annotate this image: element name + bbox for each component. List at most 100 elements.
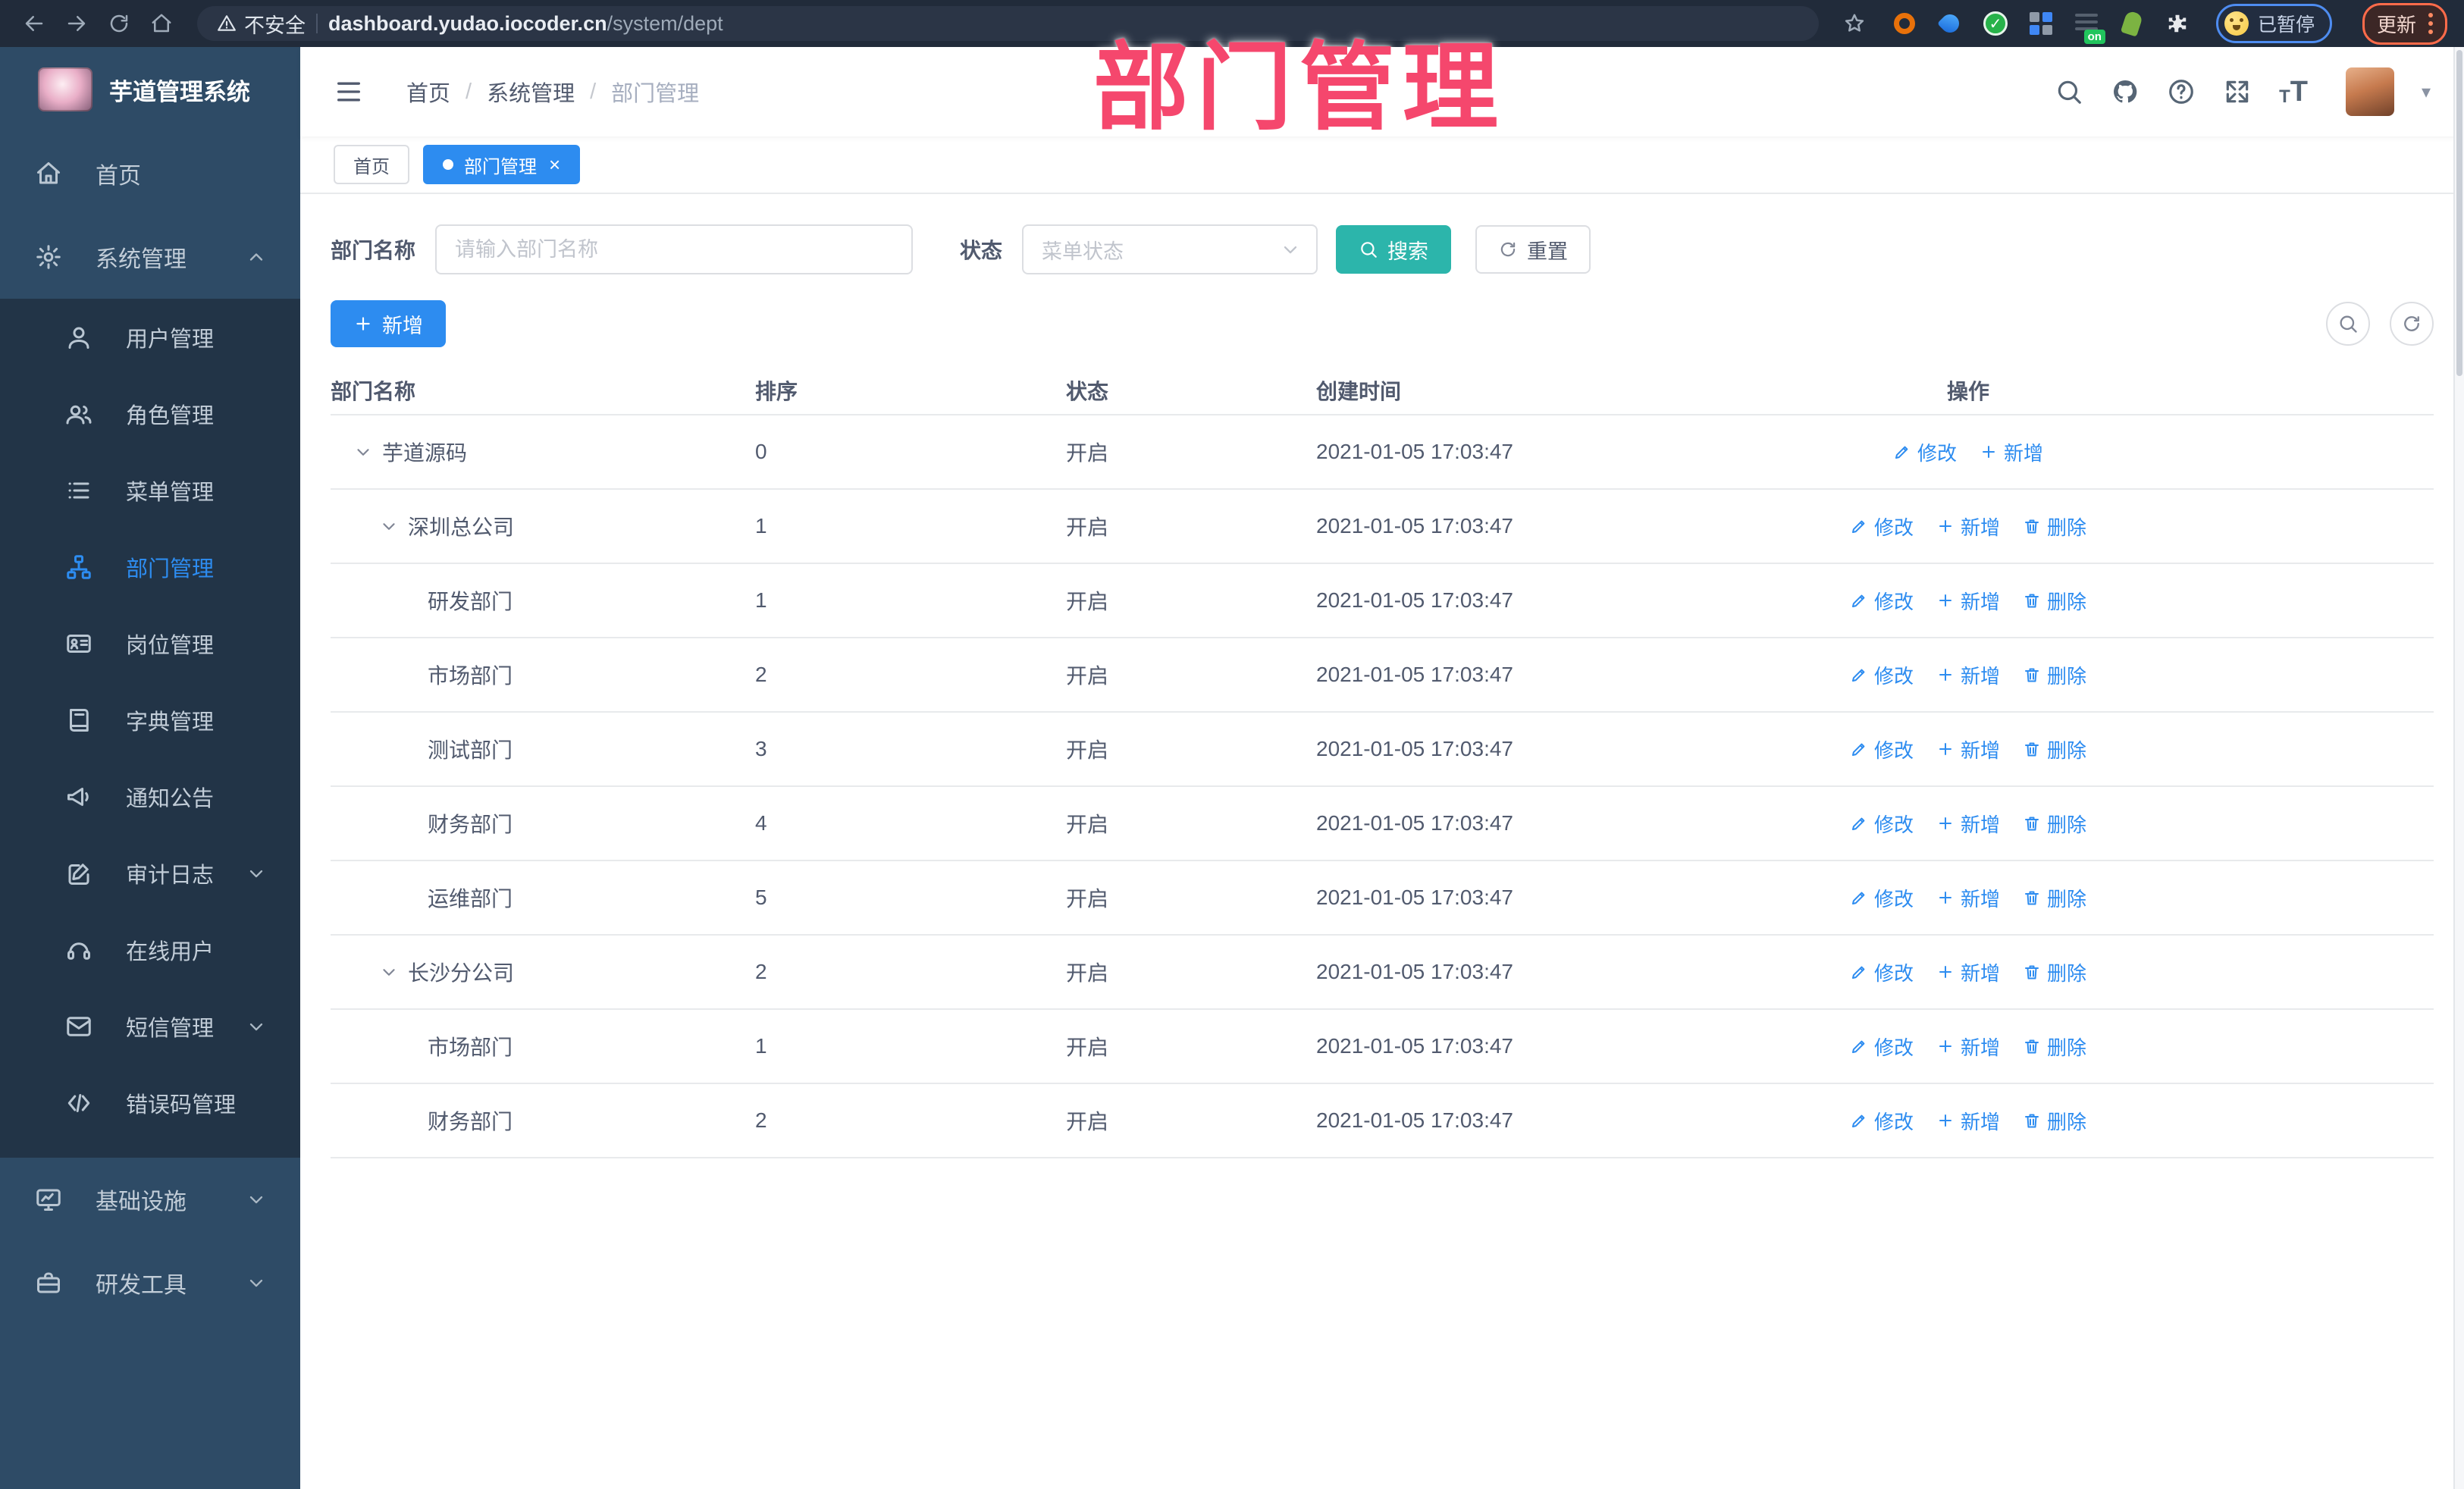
expand-caret-icon[interactable] bbox=[379, 516, 399, 536]
sidebar-item-错误码管理[interactable]: 错误码管理 bbox=[0, 1064, 300, 1141]
avatar-caret-icon[interactable]: ▾ bbox=[2422, 81, 2431, 103]
fullscreen-icon[interactable] bbox=[2223, 77, 2252, 106]
browser-reload-button[interactable] bbox=[102, 6, 136, 41]
search-button[interactable]: 搜索 bbox=[1336, 225, 1452, 274]
reset-button[interactable]: 重置 bbox=[1475, 225, 1591, 274]
action-edit-link[interactable]: 修改 bbox=[1850, 513, 1914, 541]
sidebar-item-研发工具[interactable]: 研发工具 bbox=[0, 1241, 300, 1324]
sidebar-item-菜单管理[interactable]: 菜单管理 bbox=[0, 452, 300, 528]
close-icon[interactable]: × bbox=[549, 155, 560, 174]
action-delete-link[interactable]: 删除 bbox=[2023, 587, 2086, 615]
sidebar-item-在线用户[interactable]: 在线用户 bbox=[0, 911, 300, 988]
action-delete-link[interactable]: 删除 bbox=[2023, 810, 2086, 838]
action-edit-link[interactable]: 修改 bbox=[1850, 958, 1914, 986]
sidebar-collapse-button[interactable] bbox=[334, 77, 364, 107]
sidebar-item-通知公告[interactable]: 通知公告 bbox=[0, 758, 300, 835]
browser-forward-button[interactable] bbox=[59, 6, 94, 41]
search-icon[interactable] bbox=[2055, 77, 2083, 106]
breadcrumb-item[interactable]: 部门管理 bbox=[611, 76, 699, 108]
security-chip[interactable]: 不安全 bbox=[217, 9, 306, 39]
sidebar-item-岗位管理[interactable]: 岗位管理 bbox=[0, 605, 300, 682]
plus-icon bbox=[1936, 517, 1955, 535]
expand-caret-icon[interactable] bbox=[379, 962, 399, 982]
tab-部门管理[interactable]: 部门管理 × bbox=[423, 145, 581, 184]
edit-icon bbox=[1850, 1111, 1868, 1130]
github-icon[interactable] bbox=[2111, 77, 2140, 106]
sidebar-item-用户管理[interactable]: 用户管理 bbox=[0, 299, 300, 375]
action-add-link[interactable]: 新增 bbox=[1936, 958, 2000, 986]
add-button[interactable]: 新增 bbox=[331, 300, 446, 347]
status-select[interactable]: 菜单状态 bbox=[1022, 224, 1318, 274]
expand-caret-icon[interactable] bbox=[353, 442, 373, 462]
action-label: 删除 bbox=[2047, 1110, 2087, 1133]
action-edit-link[interactable]: 修改 bbox=[1893, 438, 1957, 466]
dept-name-cell: 测试部门 bbox=[331, 734, 755, 764]
action-delete-link[interactable]: 删除 bbox=[2023, 1033, 2086, 1061]
action-edit-link[interactable]: 修改 bbox=[1850, 884, 1914, 912]
ext-list-on-icon[interactable]: on bbox=[2074, 11, 2105, 44]
action-delete-link[interactable]: 删除 bbox=[2023, 513, 2086, 541]
action-edit-link[interactable]: 修改 bbox=[1850, 1107, 1914, 1135]
action-add-link[interactable]: 新增 bbox=[1936, 810, 2000, 838]
action-add-link[interactable]: 新增 bbox=[1936, 735, 2000, 763]
action-edit-link[interactable]: 修改 bbox=[1850, 810, 1914, 838]
ext-blue-grid-icon[interactable] bbox=[2028, 11, 2054, 36]
font-size-icon[interactable]: TT bbox=[2279, 77, 2308, 106]
browser-back-button[interactable] bbox=[17, 6, 52, 41]
sidebar-item-系统管理[interactable]: 系统管理 bbox=[0, 215, 300, 299]
browser-menu-icon[interactable] bbox=[2428, 13, 2433, 34]
action-edit-link[interactable]: 修改 bbox=[1850, 1033, 1914, 1061]
ext-orange-ring-icon[interactable] bbox=[1892, 11, 1917, 36]
browser-update-button[interactable]: 更新 bbox=[2362, 2, 2447, 45]
sort-cell: 2 bbox=[755, 663, 767, 686]
sidebar-item-部门管理[interactable]: 部门管理 bbox=[0, 528, 300, 605]
sidebar-item-基础设施[interactable]: 基础设施 bbox=[0, 1158, 300, 1241]
warning-triangle-icon bbox=[217, 14, 237, 33]
ext-green-check-icon[interactable]: ✓ bbox=[1983, 11, 2008, 36]
avatar[interactable] bbox=[2345, 67, 2394, 116]
tab-首页[interactable]: 首页 bbox=[334, 145, 409, 184]
address-bar[interactable]: 不安全 dashboard.yudao.iocoder.cn/system/de… bbox=[197, 6, 1819, 41]
help-icon[interactable] bbox=[2167, 77, 2196, 106]
action-edit-link[interactable]: 修改 bbox=[1850, 735, 1914, 763]
dept-name-input[interactable] bbox=[435, 224, 914, 274]
page-scrollbar[interactable] bbox=[2453, 47, 2464, 1489]
action-delete-link[interactable]: 删除 bbox=[2023, 735, 2086, 763]
action-add-link[interactable]: 新增 bbox=[1936, 513, 2000, 541]
sidebar-logo-row[interactable]: 芋道管理系统 bbox=[0, 47, 300, 132]
ext-green-figure-icon[interactable] bbox=[2119, 10, 2145, 37]
actions-cell: 修改 新增 删除 bbox=[1771, 735, 2165, 763]
home-icon bbox=[150, 12, 173, 35]
toolbox-icon bbox=[35, 1269, 62, 1296]
action-label: 新增 bbox=[1960, 813, 2000, 836]
sidebar-item-字典管理[interactable]: 字典管理 bbox=[0, 682, 300, 758]
action-add-link[interactable]: 新增 bbox=[1936, 1107, 2000, 1135]
action-add-link[interactable]: 新增 bbox=[1936, 661, 2000, 689]
sidebar-item-短信管理[interactable]: 短信管理 bbox=[0, 988, 300, 1064]
ext-blue-drop-icon[interactable] bbox=[1936, 11, 1963, 36]
breadcrumb-item[interactable]: 系统管理 bbox=[487, 76, 575, 108]
browser-home-button[interactable] bbox=[144, 6, 179, 41]
blue-drop-shape bbox=[1936, 11, 1963, 36]
action-add-link[interactable]: 新增 bbox=[1936, 884, 2000, 912]
bookmark-star-button[interactable] bbox=[1837, 6, 1872, 41]
action-add-link[interactable]: 新增 bbox=[1980, 438, 2043, 466]
sidebar-item-审计日志[interactable]: 审计日志 bbox=[0, 835, 300, 911]
scrollbar-thumb[interactable] bbox=[2456, 50, 2462, 376]
action-delete-link[interactable]: 删除 bbox=[2023, 884, 2086, 912]
reload-icon bbox=[108, 12, 130, 35]
action-add-link[interactable]: 新增 bbox=[1936, 587, 2000, 615]
table-refresh-button[interactable] bbox=[2390, 302, 2434, 346]
table-search-toggle-button[interactable] bbox=[2326, 302, 2370, 346]
profile-paused-badge[interactable]: 已暂停 bbox=[2215, 4, 2332, 43]
sidebar-item-首页[interactable]: 首页 bbox=[0, 132, 300, 215]
sidebar-item-角色管理[interactable]: 角色管理 bbox=[0, 375, 300, 452]
action-edit-link[interactable]: 修改 bbox=[1850, 661, 1914, 689]
action-delete-link[interactable]: 删除 bbox=[2023, 958, 2086, 986]
action-edit-link[interactable]: 修改 bbox=[1850, 587, 1914, 615]
ext-puzzle-icon[interactable] bbox=[2165, 11, 2190, 36]
breadcrumb-item[interactable]: 首页 bbox=[406, 76, 450, 108]
action-delete-link[interactable]: 删除 bbox=[2023, 1107, 2086, 1135]
action-delete-link[interactable]: 删除 bbox=[2023, 661, 2086, 689]
action-add-link[interactable]: 新增 bbox=[1936, 1033, 2000, 1061]
